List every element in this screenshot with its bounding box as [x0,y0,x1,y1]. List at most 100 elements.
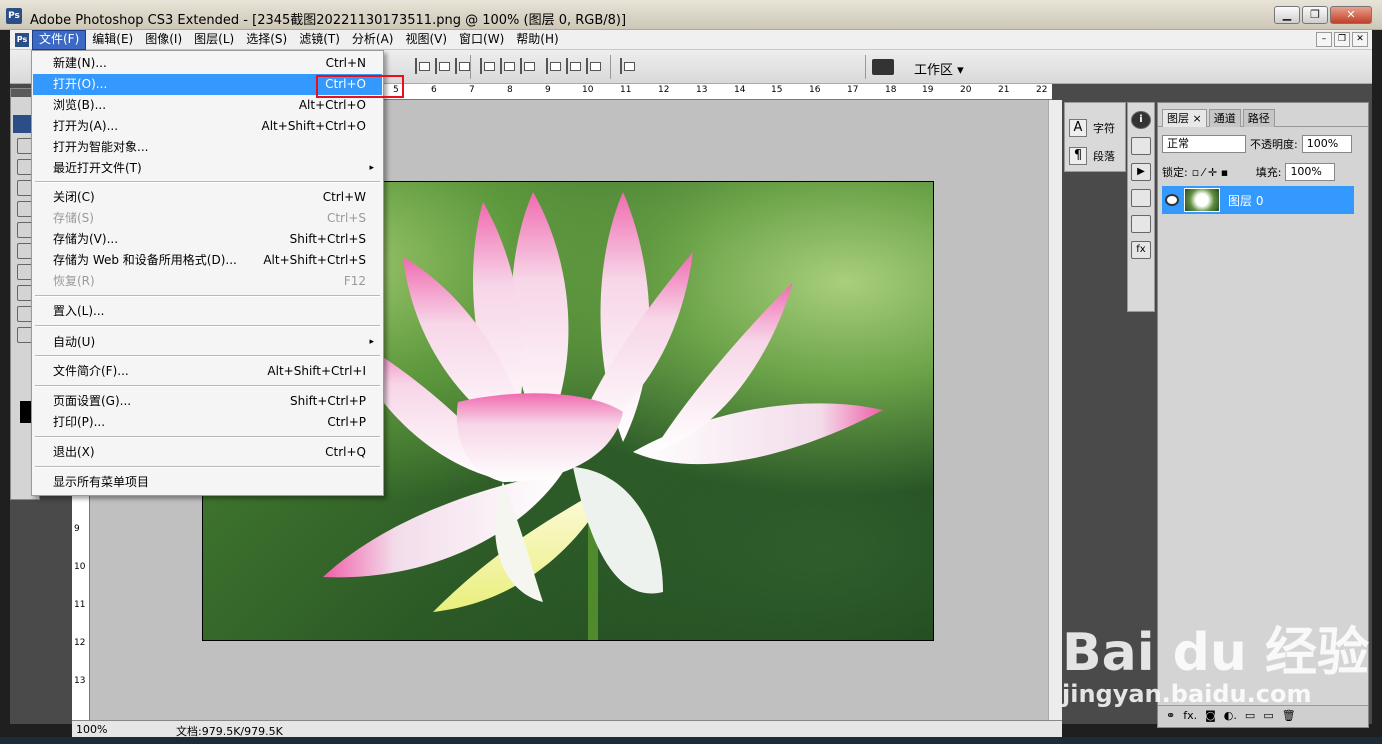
delete-layer-icon[interactable]: 🗑 [1282,709,1296,724]
close-button[interactable]: ✕ [1330,6,1372,24]
layer-style-icon[interactable]: fx. [1183,709,1197,724]
paragraph-icon: ¶ [1069,147,1087,165]
ruler-label: 19 [922,85,934,95]
menu-item-save-as[interactable]: 存储为(V)... Shift+Ctrl+S [33,229,382,250]
menu-file[interactable]: 文件(F) [32,30,87,50]
tab-layers[interactable]: 图层 × [1162,109,1207,127]
history-icon[interactable] [1131,137,1151,155]
layer-row[interactable]: 图层 0 [1162,186,1354,214]
menu-item-file-info[interactable]: 文件简介(F)... Alt+Shift+Ctrl+I [33,361,382,382]
fill-label: 填充: [1255,166,1282,179]
window-controls: ▁ ❐ ✕ [1274,6,1372,24]
color-icon[interactable] [1131,189,1151,207]
menu-analysis[interactable]: 分析(A) [346,30,400,50]
menu-item-open-smart-object[interactable]: 打开为智能对象... [33,137,382,158]
workspace-button[interactable]: 工作区 ▾ [914,59,964,78]
actions-icon[interactable]: ▶ [1131,163,1151,181]
menu-item-print[interactable]: 打印(P)... Ctrl+P [33,412,382,433]
maximize-button[interactable]: ❐ [1302,6,1328,24]
ruler-label: 12 [658,85,670,95]
character-panel: A 字符 ¶ 段落 [1064,102,1126,172]
vertical-scrollbar[interactable] [1048,100,1062,720]
align-group-1 [415,58,471,74]
auto-align-icon[interactable] [620,58,636,74]
doc-minimize-button[interactable]: – [1316,32,1332,47]
menu-separator [35,466,380,468]
menu-item-show-all[interactable]: 显示所有菜单项目 [33,472,382,493]
tab-channels[interactable]: 通道 [1208,109,1241,127]
ruler-label: 16 [809,85,821,95]
menu-view[interactable]: 视图(V) [399,30,453,50]
align-bottom-icon[interactable] [455,58,471,74]
distribute-middle-icon[interactable] [500,58,516,74]
fill-input[interactable]: 100% [1285,163,1336,181]
align-middle-icon[interactable] [435,58,451,74]
new-layer-icon[interactable]: ▭ [1263,709,1273,724]
photoshop-menu-icon[interactable]: Ps [15,33,29,47]
character-icon: A [1069,119,1087,137]
ruler-label: 21 [998,85,1010,95]
ruler-label: 20 [960,85,972,95]
lock-label: 锁定: [1162,166,1188,179]
menu-image[interactable]: 图像(I) [139,30,188,50]
menu-item-place[interactable]: 置入(L)... [33,301,382,322]
menu-item-page-setup[interactable]: 页面设置(G)... Shift+Ctrl+P [33,391,382,412]
document-controls: – ❐ ✕ [1316,32,1368,47]
panel-icon-column: i ▶ fx [1127,102,1155,312]
menu-item-exit[interactable]: 退出(X) Ctrl+Q [33,442,382,463]
lock-icons[interactable]: ▫ ⁄ ✛ ▪ [1192,166,1252,179]
distribute-top-icon[interactable] [480,58,496,74]
distribute-bottom-icon[interactable] [520,58,536,74]
menu-item-browse[interactable]: 浏览(B)... Alt+Ctrl+O [33,95,382,116]
doc-close-button[interactable]: ✕ [1352,32,1368,47]
os-taskbar [0,737,1382,744]
adjustment-layer-icon[interactable]: ◐. [1224,709,1237,724]
menu-item-automate[interactable]: 自动(U) ▸ [33,332,382,353]
menu-separator [35,436,380,438]
opacity-input[interactable]: 100% [1301,135,1352,153]
menu-item-close[interactable]: 关闭(C) Ctrl+W [33,187,382,208]
separator [610,55,611,79]
menu-item-save-for-web[interactable]: 存储为 Web 和设备所用格式(D)... Alt+Shift+Ctrl+S [33,250,382,271]
styles-icon[interactable]: fx [1131,241,1151,259]
menu-layer[interactable]: 图层(L) [188,30,240,50]
distribute-right-icon[interactable] [586,58,602,74]
align-top-icon[interactable] [415,58,431,74]
link-layers-icon[interactable]: ⚭ [1166,709,1175,724]
highlight-annotation-box [316,75,404,98]
info-icon[interactable]: i [1131,111,1151,129]
separator [470,55,471,79]
swatches-icon[interactable] [1131,215,1151,233]
blend-mode-select[interactable]: 正常 [1162,135,1246,153]
distribute-left-icon[interactable] [546,58,562,74]
menu-help[interactable]: 帮助(H) [510,30,564,50]
menu-select[interactable]: 选择(S) [240,30,293,50]
doc-restore-button[interactable]: ❐ [1334,32,1350,47]
layers-panel-tabs: 图层 × 通道 路径 [1158,103,1368,127]
submenu-arrow-icon: ▸ [369,337,374,347]
bridge-icon[interactable] [872,59,894,75]
menu-filter[interactable]: 滤镜(T) [293,30,346,50]
minimize-button[interactable]: ▁ [1274,6,1300,24]
menu-window[interactable]: 窗口(W) [453,30,510,50]
new-group-icon[interactable]: ▭ [1245,709,1255,724]
ruler-label: 13 [696,85,708,95]
menu-item-save: 存储(S) Ctrl+S [53,211,366,225]
menu-bar: Ps 文件(F) 编辑(E) 图像(I) 图层(L) 选择(S) 滤镜(T) 分… [10,30,1372,50]
visibility-eye-icon[interactable] [1165,194,1179,206]
menu-separator [35,295,380,297]
auto-align-group [620,58,636,74]
distribute-group-1 [480,58,536,74]
tab-paths[interactable]: 路径 [1242,109,1275,127]
distribute-center-icon[interactable] [566,58,582,74]
menu-item-recent-files[interactable]: 最近打开文件(T) ▸ [33,158,382,179]
character-item[interactable]: A 字符 [1069,119,1115,137]
paragraph-item[interactable]: ¶ 段落 [1069,147,1115,165]
layer-mask-icon[interactable]: ◙ [1205,709,1216,724]
menu-item-open-as[interactable]: 打开为(A)... Alt+Shift+Ctrl+O [33,116,382,137]
menu-item-revert: 恢复(R) F12 [53,274,366,288]
zoom-level[interactable]: 100% [76,723,107,736]
window-title: Adobe Photoshop CS3 Extended - [2345截图20… [30,13,627,28]
menu-item-new[interactable]: 新建(N)... Ctrl+N [33,53,382,74]
menu-edit[interactable]: 编辑(E) [86,30,139,50]
